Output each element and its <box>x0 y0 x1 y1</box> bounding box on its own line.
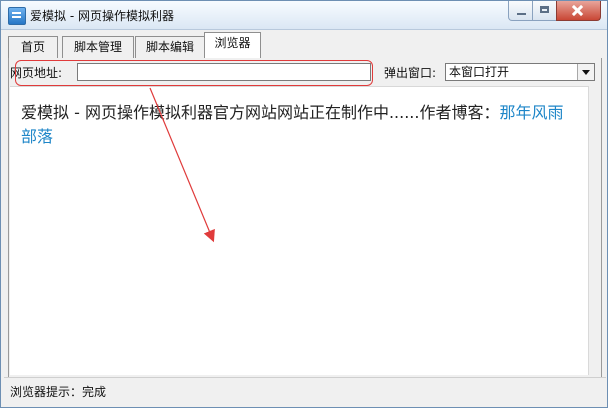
window-title: 爱模拟 - 网页操作模拟利器 <box>30 9 174 23</box>
page-text: 爱模拟 - 网页操作模拟利器官方网站网站正在制作中......作者博客： <box>21 103 500 122</box>
popup-window-select[interactable]: 本窗口打开 <box>445 63 595 81</box>
tab-browser[interactable]: 浏览器 <box>204 32 261 58</box>
popup-window-selected-value: 本窗口打开 <box>449 65 510 79</box>
close-button[interactable] <box>556 1 601 21</box>
browser-view[interactable]: 爱模拟 - 网页操作模拟利器官方网站网站正在制作中......作者博客：那年风雨… <box>10 86 588 375</box>
chevron-down-icon[interactable] <box>577 64 594 80</box>
status-text: 浏览器提示：完成 <box>10 385 107 399</box>
tab-home[interactable]: 首页 <box>8 36 58 58</box>
tab-script-manager[interactable]: 脚本管理 <box>62 36 134 58</box>
url-input[interactable] <box>77 63 371 81</box>
app-icon <box>8 7 26 25</box>
minimize-button[interactable] <box>508 1 533 21</box>
status-bar: 浏览器提示：完成 <box>4 377 606 405</box>
title-bar: 爱模拟 - 网页操作模拟利器 <box>1 1 607 30</box>
vertical-scrollbar[interactable] <box>588 86 600 375</box>
page-content: 爱模拟 - 网页操作模拟利器官方网站网站正在制作中......作者博客：那年风雨… <box>21 101 572 149</box>
application-window: 爱模拟 - 网页操作模拟利器 首页 脚本管理 脚本编辑 浏览器 网页地址: 弹出… <box>0 0 608 408</box>
url-label: 网页地址: <box>10 66 63 80</box>
tab-script-editor[interactable]: 脚本编辑 <box>135 36 205 58</box>
maximize-button[interactable] <box>532 1 557 21</box>
popup-label: 弹出窗口: <box>384 66 437 80</box>
